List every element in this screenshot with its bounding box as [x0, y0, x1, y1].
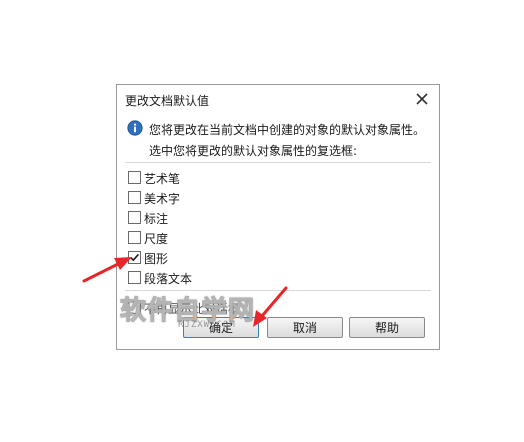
- info-text-line1: 您将更改在当前文档中创建的对象的默认对象属性。: [149, 123, 426, 137]
- checkbox-label: 标注: [144, 212, 169, 226]
- ok-button[interactable]: 确定: [183, 317, 259, 338]
- close-icon: [416, 93, 428, 105]
- divider: [125, 162, 431, 163]
- checkbox-label: 图形: [144, 252, 169, 266]
- checkbox-label: 不再显示此对话框: [144, 302, 241, 316]
- checkbox-artistic-media[interactable]: 艺术笔: [127, 168, 327, 188]
- checkbox-callout[interactable]: 标注: [127, 208, 327, 228]
- checkbox-box[interactable]: [128, 171, 141, 184]
- change-defaults-dialog: 更改文档默认值 您将更改在当前文档中创建的对象的默认对象属性。 选中您将更改的默…: [116, 84, 440, 350]
- check-mark-icon: [130, 253, 140, 262]
- dialog-titlebar: 更改文档默认值: [117, 85, 439, 111]
- checkbox-label: 段落文本: [144, 272, 193, 286]
- checkbox-label: 美术字: [144, 192, 181, 206]
- checkbox-box[interactable]: [128, 191, 141, 204]
- info-message: 您将更改在当前文档中创建的对象的默认对象属性。 选中您将更改的默认对象属性的复选…: [127, 120, 427, 160]
- object-type-checklist: 艺术笔 美术字 标注 尺度 图形 段落文本: [127, 168, 327, 288]
- info-icon: [127, 120, 143, 136]
- info-text-line2: 选中您将更改的默认对象属性的复选框:: [149, 144, 358, 158]
- help-button[interactable]: 帮助: [349, 317, 425, 338]
- checkbox-label: 艺术笔: [144, 172, 181, 186]
- checkbox-box-checked[interactable]: [128, 251, 141, 264]
- screenshot-canvas: 更改文档默认值 您将更改在当前文档中创建的对象的默认对象属性。 选中您将更改的默…: [0, 0, 524, 442]
- checkbox-graphic[interactable]: 图形: [127, 248, 327, 268]
- checkbox-box[interactable]: [128, 271, 141, 284]
- divider: [125, 290, 431, 291]
- checkbox-paragraph-text[interactable]: 段落文本: [127, 268, 327, 288]
- checkbox-box[interactable]: [128, 301, 141, 314]
- cancel-button[interactable]: 取消: [267, 317, 343, 338]
- close-button[interactable]: [413, 90, 431, 108]
- checkbox-label: 尺度: [144, 232, 169, 246]
- checkbox-dimension[interactable]: 尺度: [127, 228, 327, 248]
- dialog-title: 更改文档默认值: [125, 94, 210, 108]
- checkbox-box[interactable]: [128, 211, 141, 224]
- checkbox-dont-show-again[interactable]: 不再显示此对话框: [127, 298, 287, 318]
- checkbox-artistic-text[interactable]: 美术字: [127, 188, 327, 208]
- checkbox-box[interactable]: [128, 231, 141, 244]
